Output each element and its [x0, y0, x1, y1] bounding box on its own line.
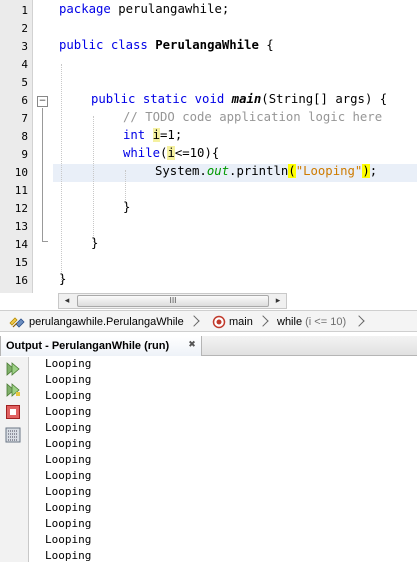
code-line-14[interactable]: }	[91, 236, 98, 254]
console-line: Looping	[45, 501, 92, 514]
line-number: 16	[14, 274, 28, 287]
line-number: 6	[21, 94, 28, 107]
code-line-9[interactable]: while(i<=10){	[123, 146, 219, 164]
console-line: Looping	[45, 437, 92, 450]
breadcrumb-loop[interactable]: while (i <= 10)	[277, 314, 346, 330]
code-editor[interactable]: 1 2 3 4 5 6 7 8 9 10 11 12 13 14 15 16 −…	[0, 0, 417, 293]
code-line-10[interactable]: System.out.println("Looping");	[155, 164, 377, 182]
keyword: int	[123, 128, 146, 142]
indent-guide	[61, 64, 62, 284]
scroll-left-arrow-icon[interactable]: ◂	[59, 294, 75, 308]
breadcrumb-class[interactable]: perulangawhile.PerulangaWhile	[29, 314, 184, 330]
code-line-7[interactable]: // TODO code application logic here	[123, 110, 382, 128]
line-number: 4	[21, 58, 28, 71]
code-text: .println	[229, 164, 289, 178]
keyword: package	[59, 2, 111, 16]
console-line: Looping	[45, 549, 92, 562]
indent-guide	[125, 170, 126, 204]
console-line: Looping	[45, 485, 92, 498]
code-text: }	[59, 272, 67, 286]
breadcrumb: perulangawhile.PerulangaWhile main while…	[0, 310, 417, 332]
breadcrumb-loop-condition: (i <= 10)	[305, 316, 347, 328]
settings-icon[interactable]	[5, 427, 21, 443]
line-number: 10	[14, 166, 28, 179]
variable-occurrence: i	[152, 128, 161, 142]
code-text: <=10){	[174, 146, 220, 160]
code-line-3[interactable]: public class PerulangaWhile {	[59, 38, 274, 56]
keyword: public class	[59, 38, 148, 52]
line-number: 9	[21, 148, 28, 161]
console-line: Looping	[45, 453, 92, 466]
console-line: Looping	[45, 373, 92, 386]
fold-collapse-icon[interactable]: −	[37, 96, 48, 107]
static-field: out	[206, 164, 230, 178]
string-literal: "Looping"	[295, 164, 363, 178]
code-line-6[interactable]: public static void main(String[] args) {	[91, 92, 387, 110]
horizontal-scrollbar[interactable]: ◂ III ▸	[58, 293, 287, 309]
variable-occurrence: i	[167, 146, 175, 160]
fold-column	[33, 0, 53, 293]
console-line: Looping	[45, 389, 92, 402]
line-number: 5	[21, 76, 28, 89]
code-line-16[interactable]: }	[59, 272, 66, 290]
method-name: main	[231, 92, 262, 106]
line-number: 11	[14, 184, 28, 197]
output-tab[interactable]: Output - PerulanganWhile (run) ✖	[0, 336, 202, 356]
output-tab-bar: Output - PerulanganWhile (run) ✖	[0, 336, 417, 356]
line-number: 14	[14, 238, 28, 251]
code-text: }	[91, 236, 99, 250]
scroll-right-arrow-icon[interactable]: ▸	[270, 294, 286, 308]
breadcrumb-chevron-icon	[354, 314, 364, 330]
code-text: perulangawhile;	[110, 2, 230, 16]
indent-guide	[93, 116, 94, 242]
comment: // TODO code application logic here	[123, 110, 383, 124]
breadcrumb-loop-label: while	[277, 316, 303, 328]
keyword: while	[123, 146, 161, 160]
scrollbar-thumb[interactable]: III	[77, 295, 269, 307]
bracket-match: (	[288, 164, 296, 178]
output-tab-title: Output - PerulanganWhile (run)	[6, 340, 170, 352]
code-line-8[interactable]: int i=1;	[123, 128, 182, 146]
output-console[interactable]: Looping Looping Looping Looping Looping …	[29, 357, 417, 562]
class-icon	[9, 315, 25, 331]
output-toolbar	[0, 357, 29, 562]
line-number: 12	[14, 202, 28, 215]
console-line: Looping	[45, 405, 92, 418]
keyword: public static void	[91, 92, 225, 106]
code-text: System.	[155, 164, 207, 178]
console-line: Looping	[45, 469, 92, 482]
close-icon[interactable]: ✖	[187, 340, 197, 350]
code-text: ;	[369, 164, 378, 178]
code-text: (String[] args) {	[261, 92, 388, 106]
class-name: PerulangaWhile	[155, 38, 259, 52]
breadcrumb-chevron-icon	[258, 314, 268, 330]
breadcrumb-method[interactable]: main	[229, 314, 253, 330]
line-number: 3	[21, 40, 28, 53]
method-icon	[212, 315, 226, 331]
fold-guide-line	[42, 108, 43, 241]
code-line-1[interactable]: package perulangawhile;	[59, 2, 229, 20]
code-text: }	[123, 200, 131, 214]
line-number: 13	[14, 220, 28, 233]
line-number: 1	[21, 4, 28, 17]
stop-icon[interactable]	[5, 404, 21, 420]
line-number: 15	[14, 256, 28, 269]
breadcrumb-chevron-icon	[189, 314, 199, 330]
line-number: 8	[21, 130, 28, 143]
rerun-icon[interactable]	[5, 361, 21, 377]
console-line: Looping	[45, 421, 92, 434]
code-line-12[interactable]: }	[123, 200, 130, 218]
console-line: Looping	[45, 533, 92, 546]
fold-end-marker	[42, 241, 48, 242]
rerun-with-params-icon[interactable]	[5, 382, 21, 398]
code-text: {	[258, 38, 274, 52]
console-line: Looping	[45, 517, 92, 530]
code-text: =1;	[160, 128, 183, 142]
line-number: 7	[21, 112, 28, 125]
line-number: 2	[21, 22, 28, 35]
bracket-match: )	[362, 164, 370, 178]
console-line: Looping	[45, 357, 92, 370]
